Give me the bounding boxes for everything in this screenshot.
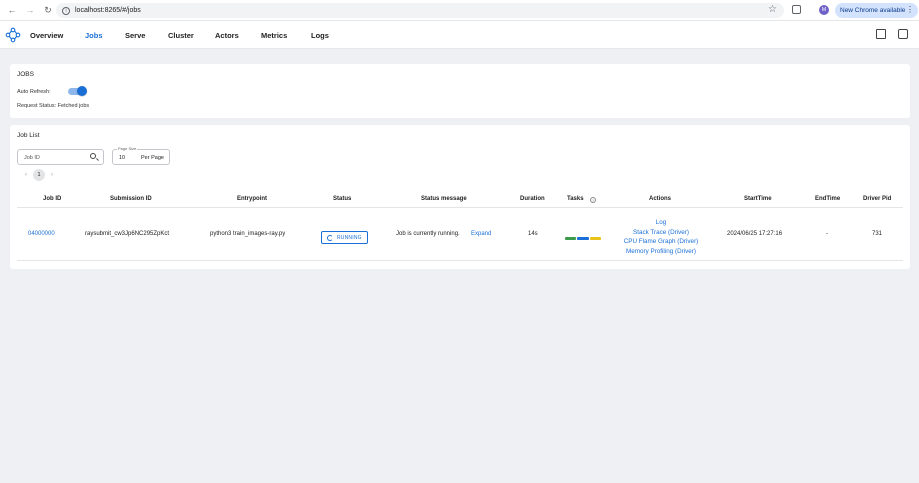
memory-profiling-link[interactable]: Memory Profiling (Driver)	[608, 247, 714, 257]
col-entrypoint: Entrypoint	[237, 196, 267, 202]
job-list-panel: Job List Job ID Page Size 10 Per Page ‹ …	[10, 125, 910, 269]
nav-metrics[interactable]: Metrics	[261, 31, 287, 40]
task-segment-running	[577, 237, 589, 240]
row-divider	[17, 260, 903, 261]
col-job-id: Job ID	[43, 196, 62, 202]
log-link[interactable]: Log	[608, 218, 714, 228]
end-time-cell: -	[826, 231, 828, 237]
ray-logo-icon[interactable]	[5, 27, 21, 43]
tasks-help-icon[interactable]: ?	[590, 197, 596, 203]
page-size-field[interactable]: Page Size 10 Per Page	[112, 146, 170, 165]
nav-logs[interactable]: Logs	[311, 31, 329, 40]
col-starttime: StartTime	[744, 196, 772, 202]
col-driver-pid: Driver Pid	[863, 196, 892, 202]
col-submission-id: Submission ID	[110, 196, 152, 202]
col-status: Status	[333, 196, 352, 202]
forward-icon[interactable]: →	[24, 4, 36, 16]
task-segment-pending	[590, 237, 601, 240]
next-page-button[interactable]: ›	[51, 172, 53, 178]
nav-jobs[interactable]: Jobs	[85, 31, 103, 40]
jobs-panel-title: JOBS	[17, 71, 34, 78]
col-status-message: Status message	[421, 196, 467, 202]
new-chrome-available-button[interactable]: New Chrome available ⋮	[835, 3, 918, 18]
jobs-panel: JOBS Auto Refresh: Request Status: Fetch…	[10, 64, 910, 118]
back-icon[interactable]: ←	[6, 4, 18, 16]
nav-overview[interactable]: Overview	[30, 31, 63, 40]
extensions-icon[interactable]	[792, 5, 801, 14]
reload-icon[interactable]: ↻	[42, 4, 54, 16]
toggle-knob	[77, 86, 87, 96]
col-duration: Duration	[520, 196, 545, 202]
page-size-value[interactable]: 10	[119, 155, 125, 161]
nav-serve[interactable]: Serve	[125, 31, 145, 40]
driver-pid-cell: 731	[872, 231, 883, 237]
header-divider	[17, 207, 903, 208]
auto-refresh-toggle[interactable]	[68, 86, 87, 96]
pagination: ‹ 1 ›	[25, 169, 53, 181]
page-1-button[interactable]: 1	[33, 169, 45, 181]
docs-icon[interactable]	[876, 29, 886, 39]
task-segment-finished	[565, 237, 576, 240]
job-id-link[interactable]: 04000000	[28, 231, 55, 237]
job-id-search-input[interactable]: Job ID	[17, 149, 104, 165]
col-endtime: EndTime	[815, 196, 841, 202]
bookmark-star-icon[interactable]: ☆	[768, 4, 777, 15]
loading-spinner-icon	[327, 234, 333, 241]
nav-actors[interactable]: Actors	[215, 31, 239, 40]
chrome-menu-icon[interactable]: ⋮	[906, 5, 914, 14]
address-bar[interactable]: i localhost:8265/#/jobs	[56, 3, 784, 18]
start-time-cell: 2024/06/25 17:27:16	[727, 231, 783, 237]
actions-cell: Log Stack Trace (Driver) CPU Flame Graph…	[608, 218, 714, 256]
status-text: RUNNING	[337, 234, 362, 241]
new-chrome-label: New Chrome available	[840, 7, 906, 14]
profile-avatar[interactable]: M	[819, 5, 829, 15]
per-page-suffix: Per Page	[141, 155, 164, 161]
job-id-placeholder: Job ID	[24, 155, 40, 161]
search-icon[interactable]	[90, 153, 96, 159]
site-info-icon[interactable]: i	[62, 6, 70, 15]
expand-link[interactable]: Expand	[471, 231, 491, 237]
col-actions: Actions	[649, 196, 672, 202]
feedback-icon[interactable]	[898, 29, 908, 39]
col-tasks: Tasks	[567, 196, 584, 202]
url-text: localhost:8265/#/jobs	[75, 7, 141, 14]
prev-page-button[interactable]: ‹	[25, 172, 27, 178]
page-size-label: Page Size	[117, 146, 138, 151]
nav-cluster[interactable]: Cluster	[168, 31, 194, 40]
status-message-cell: Job is currently running.	[396, 231, 460, 237]
status-badge: RUNNING	[321, 231, 368, 244]
auto-refresh-label: Auto Refresh:	[17, 89, 51, 95]
request-status-text: Request Status: Fetched jobs	[17, 103, 90, 109]
job-list-title: Job List	[17, 132, 40, 139]
cpu-flame-graph-link[interactable]: CPU Flame Graph (Driver)	[608, 237, 714, 247]
app-header: Overview Jobs Serve Cluster Actors Metri…	[0, 21, 919, 49]
entrypoint-cell: python3 train_images-ray.py	[210, 231, 286, 237]
duration-cell: 14s	[528, 231, 538, 237]
stack-trace-link[interactable]: Stack Trace (Driver)	[608, 228, 714, 238]
submission-id-cell: raysubmit_cw3Jp6NC295ZpKct	[85, 231, 170, 237]
task-progress-bar[interactable]	[565, 237, 601, 240]
